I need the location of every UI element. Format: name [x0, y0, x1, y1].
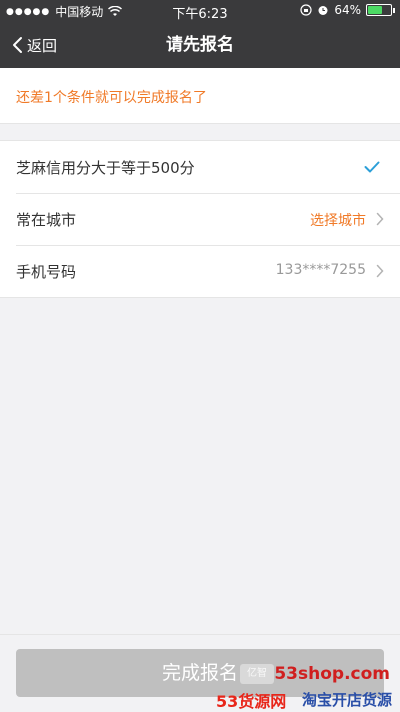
- watermark-site: 53shop.com: [274, 664, 390, 684]
- conditions-list: 芝麻信用分大于等于500分 常在城市 选择城市 手机号码 133****7255: [0, 140, 400, 298]
- condition-row-city[interactable]: 常在城市 选择城市: [0, 193, 400, 245]
- checkmark-icon: [364, 161, 380, 173]
- navigation-bar: 返回 请先报名: [0, 22, 400, 68]
- condition-label: 芝麻信用分大于等于500分: [16, 159, 195, 177]
- condition-notice: 还差1个条件就可以完成报名了: [0, 68, 400, 124]
- select-city-link[interactable]: 选择城市: [310, 210, 366, 230]
- status-bar: ●●●●● 中国移动 下午6:23 64%: [0, 0, 400, 22]
- watermark-tagline: 淘宝开店货源: [301, 691, 392, 709]
- watermark-logo: 亿智: [240, 664, 274, 684]
- page-title: 请先报名: [166, 35, 234, 55]
- chevron-right-icon: [376, 212, 384, 226]
- watermark-brand: 53货源网: [216, 692, 287, 711]
- battery-icon: [366, 4, 395, 16]
- condition-label: 手机号码: [16, 263, 77, 281]
- phone-number-value: 133****7255: [275, 262, 366, 278]
- battery-fill: [368, 6, 382, 14]
- notice-text: 还差1个条件就可以完成报名了: [16, 90, 207, 106]
- alarm-icon: [318, 6, 328, 15]
- chevron-right-icon: [376, 264, 384, 278]
- condition-label: 常在城市: [16, 211, 77, 229]
- status-right: 64%: [300, 3, 395, 17]
- battery-percent: 64%: [334, 3, 361, 17]
- lock-rotation-icon: [300, 4, 312, 16]
- condition-row-credit-score: 芝麻信用分大于等于500分: [0, 141, 400, 193]
- condition-row-phone[interactable]: 手机号码 133****7255: [0, 245, 400, 297]
